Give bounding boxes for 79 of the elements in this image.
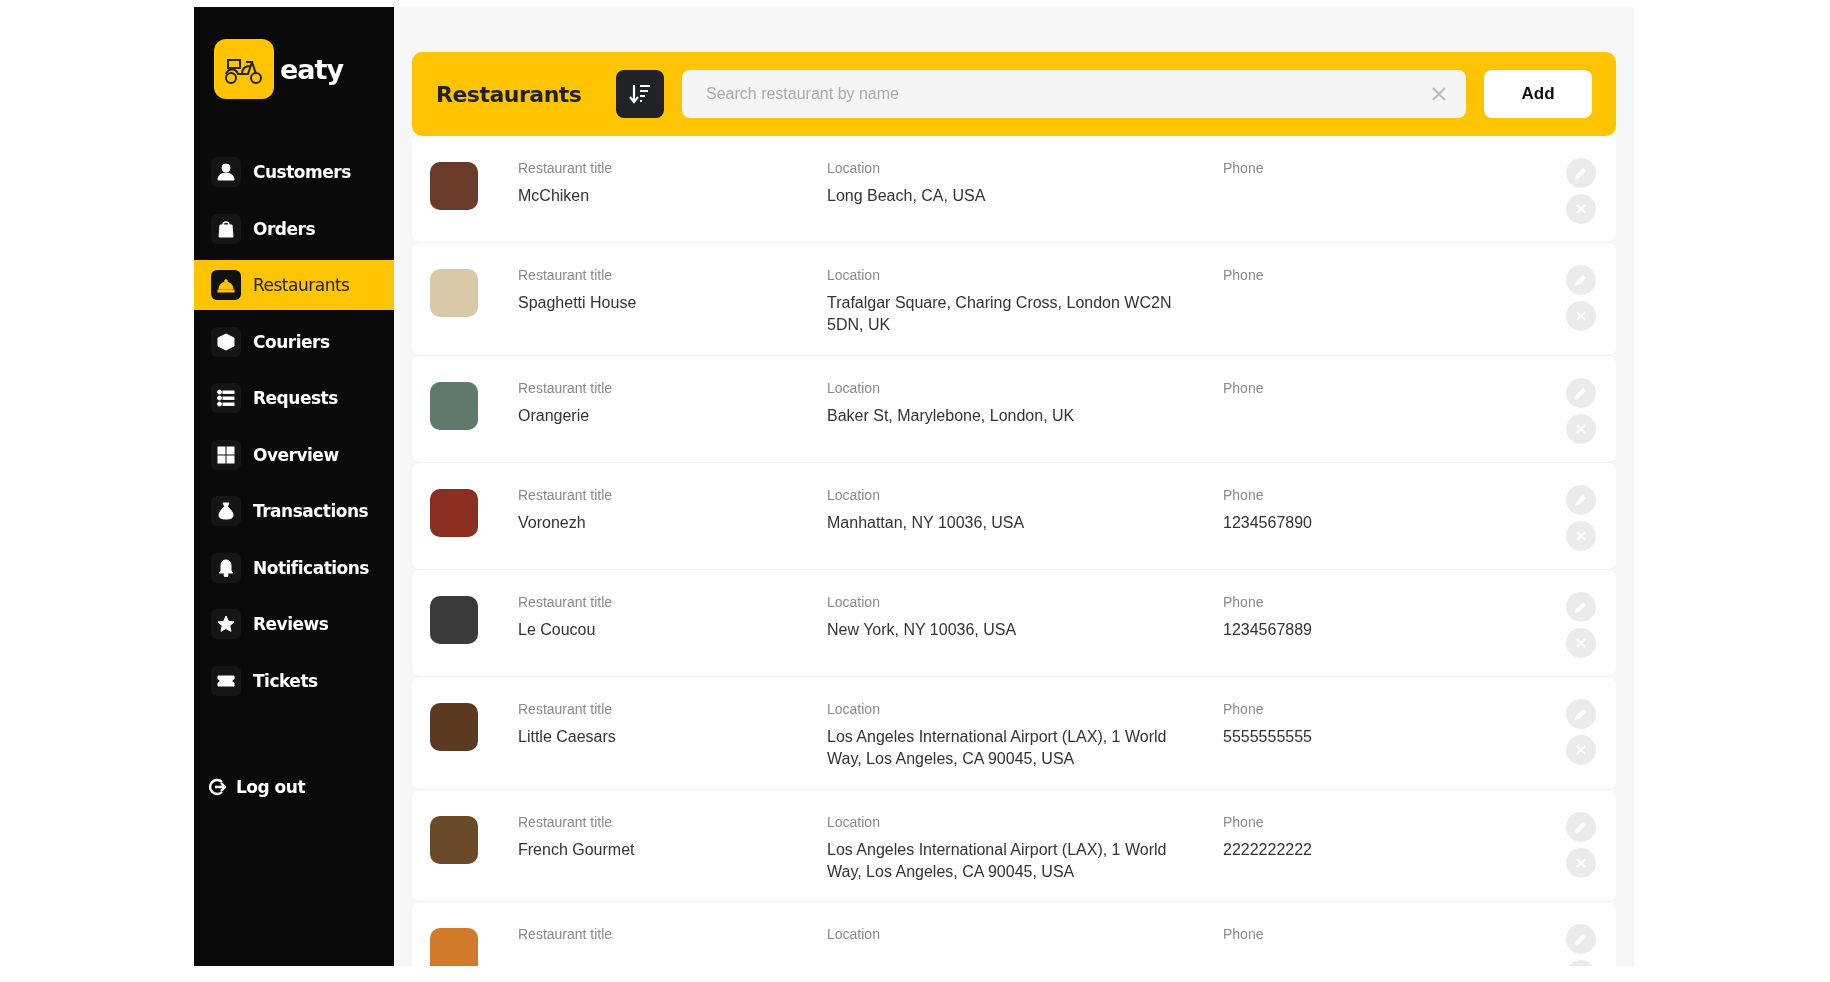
photo-placeholder: [430, 702, 478, 751]
field-value: Trafalgar Square, Charing Cross, London WC2N 5DN, UK: [827, 293, 1173, 336]
field-label: Location: [827, 699, 881, 719]
sidebar-item[interactable]: Customers: [194, 147, 394, 197]
sidebar-item[interactable]: Tickets: [194, 655, 394, 706]
field-value: Los Angeles International Airport (LAX), 1 World Way, Los Angeles, CA 90045, USA: [827, 726, 1168, 770]
money-bag-icon: [211, 496, 241, 526]
field-label: Location: [827, 485, 881, 505]
field-label: Location: [827, 812, 881, 832]
photo-placeholder: [430, 595, 478, 644]
field-value: Spaghetti House: [518, 293, 638, 313]
field-label: Restaurant title: [518, 159, 614, 178]
photo-placeholder: [430, 488, 478, 537]
field-value: Le Coucou: [518, 619, 597, 640]
sidebar-item[interactable]: Reviews: [194, 599, 394, 649]
sidebar-item[interactable]: Couriers: [194, 316, 394, 367]
photo-placeholder: [430, 381, 478, 430]
food-cloche-icon: [211, 270, 241, 300]
brand-name: eaty: [280, 53, 344, 85]
field-label: Location: [827, 378, 881, 398]
field-label: Phone: [1223, 812, 1265, 832]
field-label: Restaurant title: [518, 592, 614, 612]
field-value: French Gourmet: [518, 839, 636, 860]
field-label: Restaurant title: [518, 699, 614, 719]
field-label: Restaurant title: [518, 485, 614, 505]
field-label: Location: [827, 592, 881, 612]
field-label: Restaurant title: [518, 378, 614, 398]
field-value: Manhattan, NY 10036, USA: [827, 512, 1026, 533]
photo-placeholder: [430, 815, 478, 864]
scooter-logo-icon: [214, 39, 274, 99]
field-value: New York, NY 10036, USA: [827, 619, 1018, 640]
field-label: Phone: [1223, 266, 1265, 285]
field-label: Restaurant title: [518, 812, 614, 832]
sort-icon: [629, 83, 651, 105]
field-value: 1234567889: [1223, 619, 1313, 640]
add-button[interactable]: Add: [1484, 70, 1592, 118]
photo-placeholder: [430, 928, 478, 966]
field-value: Baker St, Marylebone, London, UK: [827, 405, 1076, 426]
field-label: Phone: [1223, 485, 1265, 505]
field-value: Orangerie: [518, 405, 591, 426]
sidebar-item[interactable]: Notifications: [194, 542, 394, 593]
sidebar-item[interactable]: Orders: [194, 203, 394, 254]
page-title: Restaurants: [436, 81, 583, 107]
sidebar-item[interactable]: Restaurants: [194, 260, 394, 310]
field-label: Restaurant title: [518, 266, 614, 285]
field-label: Location: [827, 159, 881, 178]
ticket-icon: [211, 665, 241, 696]
clear-icon[interactable]: [1432, 87, 1446, 101]
photo-placeholder: [430, 162, 478, 210]
field-value: 5555555555: [1223, 726, 1313, 747]
field-label: Phone: [1223, 925, 1265, 945]
field-value: McChiken: [518, 186, 591, 206]
grid-icon: [211, 439, 241, 470]
list-icon: [211, 383, 241, 413]
box-icon: [211, 326, 241, 357]
search-field[interactable]: Search restaurant by name: [682, 70, 1466, 118]
sidebar-item[interactable]: Requests: [194, 373, 394, 423]
sidebar-item[interactable]: Overview: [194, 429, 394, 480]
field-label: Phone: [1223, 378, 1265, 398]
field-label: Restaurant title: [518, 925, 614, 945]
field-value: 1234567890: [1223, 512, 1313, 533]
photo-placeholder: [430, 269, 478, 317]
field-label: Phone: [1223, 699, 1265, 719]
logout-icon: [208, 778, 226, 796]
sort-button[interactable]: [616, 70, 664, 118]
field-value: Little Caesars: [518, 726, 617, 747]
person-icon: [211, 157, 241, 187]
field-value: Los Angeles International Airport (LAX), 1 World Way, Los Angeles, CA 90045, USA: [827, 839, 1168, 882]
sidebar-item[interactable]: Transactions: [194, 486, 394, 536]
field-label: Location: [827, 925, 881, 945]
field-label: Phone: [1223, 592, 1265, 612]
shopping-bag-icon: [211, 213, 241, 244]
field-value: 2222222222: [1223, 839, 1313, 860]
field-value: Voronezh: [518, 512, 587, 533]
logout-link[interactable]: Log out: [194, 776, 394, 798]
field-label: Location: [827, 266, 881, 285]
field-label: Phone: [1223, 159, 1265, 178]
field-value: Long Beach, CA, USA: [827, 186, 987, 206]
bell-icon: [211, 552, 241, 583]
